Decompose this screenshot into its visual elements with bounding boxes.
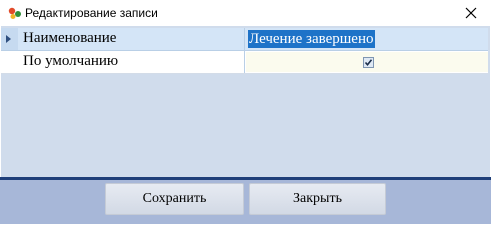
current-row-marker-icon <box>6 35 11 43</box>
button-panel <box>0 180 491 224</box>
close-button[interactable]: Закрыть <box>249 183 386 215</box>
checkmark-icon <box>364 59 373 67</box>
default-checkbox[interactable] <box>363 57 374 68</box>
field-label-default: По умолчанию <box>23 53 119 69</box>
grid-row-name[interactable]: Наименование Лечение завершено <box>1 28 488 51</box>
row-header[interactable] <box>1 28 18 50</box>
field-label-name: Наименование <box>23 30 117 46</box>
name-value-cell[interactable]: Лечение завершено <box>246 29 488 49</box>
name-value-field[interactable]: Лечение завершено <box>248 30 375 48</box>
grid-row-default[interactable]: По умолчанию <box>1 51 488 74</box>
title-bar: Редактирование записи <box>0 0 491 26</box>
window-title: Редактирование записи <box>25 6 158 20</box>
default-value-cell[interactable] <box>246 52 488 72</box>
app-icon <box>7 6 23 20</box>
close-icon <box>465 7 477 19</box>
column-divider <box>244 28 245 50</box>
row-header[interactable] <box>1 51 18 73</box>
column-divider <box>244 51 245 73</box>
save-button[interactable]: Сохранить <box>105 183 244 215</box>
close-window-button[interactable] <box>458 2 484 24</box>
